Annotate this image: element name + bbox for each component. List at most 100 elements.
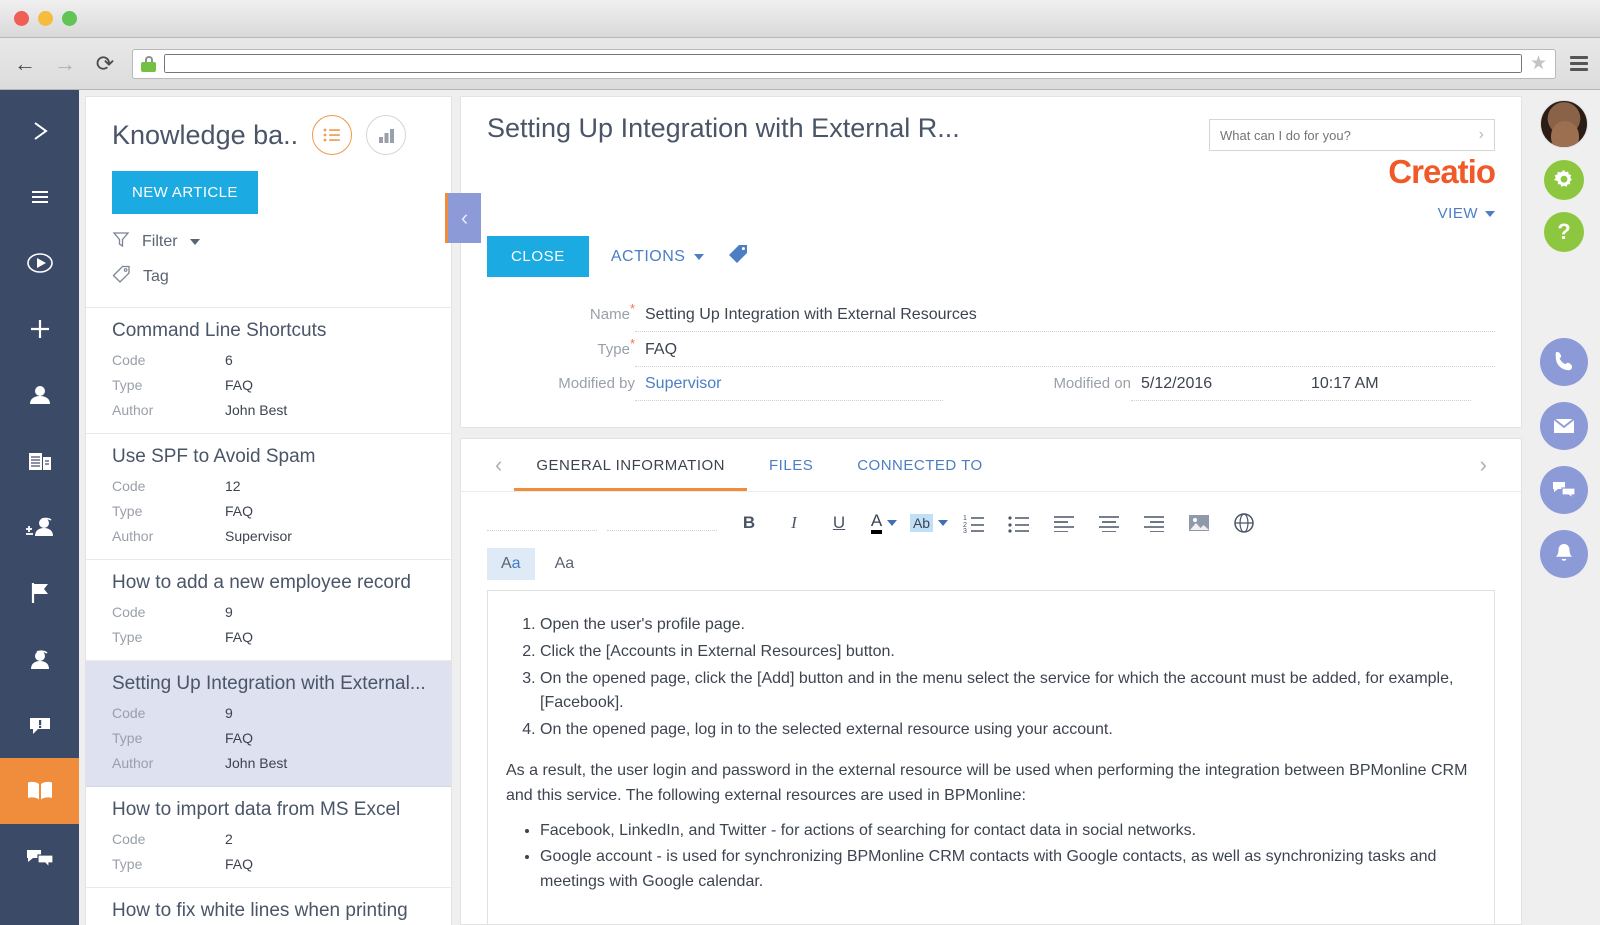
ordered-list-icon[interactable]: 123 bbox=[954, 506, 994, 540]
modified-on-date[interactable]: 5/12/2016 bbox=[1131, 371, 1301, 401]
align-center-icon[interactable] bbox=[1089, 506, 1129, 540]
field-key: Type bbox=[112, 629, 143, 645]
highlight-color-icon[interactable]: Ab bbox=[909, 506, 949, 540]
collapse-panel-button[interactable]: ‹ bbox=[445, 193, 481, 243]
sidebar-item-add-record[interactable] bbox=[0, 296, 79, 362]
tabs-prev-icon[interactable]: ‹ bbox=[483, 452, 514, 478]
sidebar-item-activities[interactable] bbox=[0, 560, 79, 626]
font-size-large-button[interactable]: Aa bbox=[487, 548, 535, 580]
bold-icon[interactable]: B bbox=[729, 506, 769, 540]
sidebar-item-feed[interactable] bbox=[0, 824, 79, 890]
article-body[interactable]: Open the user's profile page. Click the … bbox=[487, 590, 1495, 924]
field-key: Author bbox=[112, 528, 154, 544]
toolbar-dotted-line bbox=[487, 515, 597, 531]
insert-image-icon[interactable] bbox=[1179, 506, 1219, 540]
close-button[interactable]: CLOSE bbox=[487, 236, 589, 277]
creatio-logo: Creatio bbox=[1388, 153, 1496, 190]
maximize-window-button[interactable] bbox=[62, 11, 77, 26]
url-input[interactable] bbox=[164, 54, 1522, 73]
search-input[interactable] bbox=[1220, 127, 1479, 143]
list-item: On the opened page, log in to the select… bbox=[540, 718, 1476, 743]
field-key: Code bbox=[112, 478, 146, 494]
chat-icon[interactable] bbox=[1540, 466, 1588, 514]
resources-list: Facebook, LinkedIn, and Twitter - for ac… bbox=[540, 819, 1476, 895]
sidebar-item-knowledge-base[interactable] bbox=[0, 758, 79, 824]
align-left-icon[interactable] bbox=[1044, 506, 1084, 540]
modified-by-value[interactable]: Supervisor bbox=[635, 371, 943, 401]
url-bar[interactable]: ★ bbox=[132, 48, 1556, 79]
article-list[interactable]: Command Line Shortcuts Code 6 Type FAQ Aut… bbox=[86, 307, 451, 925]
field-value: 9 bbox=[225, 705, 233, 721]
alert-bubble-icon bbox=[25, 710, 55, 740]
forward-icon[interactable]: → bbox=[52, 51, 78, 77]
type-value[interactable]: FAQ bbox=[635, 337, 1495, 367]
body-paragraph: As a result, the user login and password… bbox=[506, 761, 1468, 804]
underline-icon[interactable]: U bbox=[819, 506, 859, 540]
tab-bar: ‹ GENERAL INFORMATION FILES CONNECTED TO… bbox=[461, 439, 1521, 492]
sidebar-item-expand-nav[interactable] bbox=[0, 98, 79, 164]
article-title: Setting Up Integration with External... bbox=[112, 673, 425, 694]
italic-icon[interactable]: I bbox=[774, 506, 814, 540]
sidebar-item-main-menu[interactable] bbox=[0, 164, 79, 230]
sidebar-item-leads[interactable] bbox=[0, 494, 79, 560]
field-value: 6 bbox=[225, 352, 233, 368]
window-controls[interactable] bbox=[14, 11, 77, 26]
modified-on-time[interactable]: 10:17 AM bbox=[1301, 371, 1471, 401]
new-article-button[interactable]: NEW ARTICLE bbox=[112, 171, 258, 214]
field-modified: Modified by Supervisor Modified on 5/12/… bbox=[487, 371, 1495, 401]
browser-menu-icon[interactable] bbox=[1570, 56, 1588, 71]
list-view-icon[interactable] bbox=[312, 115, 353, 155]
back-icon[interactable]: ← bbox=[12, 51, 38, 77]
sidebar-item-accounts[interactable] bbox=[0, 428, 79, 494]
list-item[interactable]: Use SPF to Avoid Spam Code 12 Type FAQ Aut… bbox=[86, 434, 451, 560]
insert-link-icon[interactable] bbox=[1224, 506, 1264, 540]
view-menu-button[interactable]: VIEW bbox=[1438, 205, 1495, 222]
list-item-selected[interactable]: Setting Up Integration with External... … bbox=[86, 661, 451, 787]
book-icon bbox=[24, 776, 56, 806]
notification-bell-icon[interactable] bbox=[1540, 530, 1588, 578]
chart-view-icon[interactable] bbox=[366, 115, 407, 155]
tag-icon[interactable] bbox=[726, 242, 750, 271]
minimize-window-button[interactable] bbox=[38, 11, 53, 26]
tab-connected-to[interactable]: CONNECTED TO bbox=[835, 439, 1004, 491]
field-value: John Best bbox=[225, 402, 288, 418]
close-window-button[interactable] bbox=[14, 11, 29, 26]
sidebar-item-cases[interactable] bbox=[0, 626, 79, 692]
field-value: 9 bbox=[225, 604, 233, 620]
filter-control[interactable]: Filter bbox=[112, 230, 425, 253]
padlock-icon bbox=[141, 55, 156, 72]
tab-files[interactable]: FILES bbox=[747, 439, 835, 491]
tag-control[interactable]: Tag bbox=[112, 265, 425, 289]
reload-icon[interactable]: ⟳ bbox=[92, 51, 118, 77]
list-item: Google account - is used for synchronizi… bbox=[540, 845, 1476, 895]
bookmark-star-icon[interactable]: ★ bbox=[1530, 52, 1547, 75]
list-item[interactable]: How to add a new employee record Code 9 T… bbox=[86, 560, 451, 661]
right-rail: ? bbox=[1528, 90, 1600, 925]
name-value[interactable]: Setting Up Integration with External Res… bbox=[635, 302, 1495, 332]
font-color-icon[interactable]: A bbox=[864, 506, 904, 540]
tab-general-information[interactable]: GENERAL INFORMATION bbox=[514, 439, 748, 491]
gear-icon[interactable] bbox=[1544, 160, 1584, 200]
avatar[interactable] bbox=[1540, 100, 1588, 148]
list-item[interactable]: Command Line Shortcuts Code 6 Type FAQ Aut… bbox=[86, 308, 451, 434]
phone-icon[interactable] bbox=[1540, 338, 1588, 386]
play-circle-icon bbox=[24, 247, 56, 279]
list-item[interactable]: How to import data from MS Excel Code 2 T… bbox=[86, 787, 451, 888]
field-key: Author bbox=[112, 755, 154, 771]
record-panel: ‹ Setting Up Integration with External R… bbox=[445, 96, 1522, 925]
list-item[interactable]: How to fix white lines when printing Cod… bbox=[86, 888, 451, 925]
browser-titlebar bbox=[0, 0, 1600, 38]
email-icon[interactable] bbox=[1540, 402, 1588, 450]
chevron-right-icon[interactable]: › bbox=[1479, 126, 1484, 144]
sidebar-item-run-process[interactable] bbox=[0, 230, 79, 296]
sidebar-item-problems[interactable] bbox=[0, 692, 79, 758]
bullet-list-icon[interactable] bbox=[999, 506, 1039, 540]
tabs-next-icon[interactable]: › bbox=[1468, 452, 1499, 478]
global-search[interactable]: › bbox=[1209, 119, 1495, 151]
actions-menu-button[interactable]: ACTIONS bbox=[611, 248, 705, 266]
field-type: Type* FAQ bbox=[487, 336, 1495, 367]
align-right-icon[interactable] bbox=[1134, 506, 1174, 540]
sidebar-item-contacts[interactable] bbox=[0, 362, 79, 428]
help-icon[interactable]: ? bbox=[1544, 212, 1584, 252]
font-size-small-button[interactable]: Aa bbox=[541, 548, 589, 580]
